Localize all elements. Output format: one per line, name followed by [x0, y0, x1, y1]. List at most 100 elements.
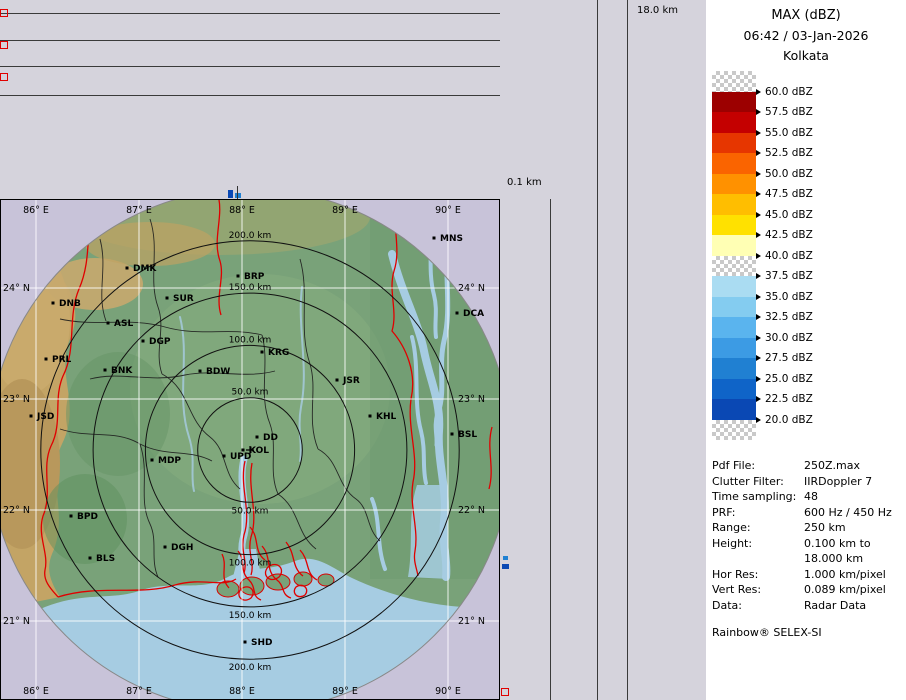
city-dot	[256, 436, 259, 439]
info-row: 18.000 km	[712, 551, 904, 567]
legend-tick-arrow-icon	[756, 150, 761, 156]
legend-tick-arrow-icon	[756, 396, 761, 402]
legend-label: 42.5 dBZ	[756, 229, 813, 241]
height-gridline	[597, 0, 598, 700]
legend-swatch	[712, 338, 756, 359]
range-ring-label: 200.0 km	[229, 663, 272, 673]
legend-label: 22.5 dBZ	[756, 393, 813, 405]
range-ring-label: 100.0 km	[229, 559, 272, 569]
city-label: BPD	[77, 512, 98, 522]
legend-label: 60.0 dBZ	[756, 86, 813, 98]
legend-tick-arrow-icon	[756, 191, 761, 197]
info-value: 48	[804, 489, 904, 505]
legend-tick-arrow-icon	[756, 212, 761, 218]
legend-label-text: 20.0 dBZ	[765, 414, 813, 426]
legend-label: 40.0 dBZ	[756, 250, 813, 262]
legend-swatch	[712, 297, 756, 318]
info-label: Data:	[712, 598, 804, 614]
city-label: SHD	[251, 638, 273, 648]
info-row: Vert Res:0.089 km/pixel	[712, 582, 904, 598]
range-ring-label: 50.0 km	[232, 388, 269, 398]
height-gridline	[0, 40, 500, 41]
city-label: MDP	[158, 456, 181, 466]
lon-label-top: 86° E	[23, 205, 49, 216]
info-label: Range:	[712, 520, 804, 536]
info-value: Radar Data	[804, 598, 904, 614]
legend-label: 30.0 dBZ	[756, 332, 813, 344]
legend-swatch	[712, 235, 756, 256]
legend-label: 55.0 dBZ	[756, 127, 813, 139]
height-gridline	[0, 13, 500, 14]
product-title: MAX (dBZ)	[706, 8, 906, 23]
legend-label: 25.0 dBZ	[756, 373, 813, 385]
legend-label-text: 52.5 dBZ	[765, 147, 813, 159]
city-label: KRG	[268, 348, 289, 358]
lat-label-left: 24° N	[3, 283, 30, 294]
info-value: 0.100 km to	[804, 536, 904, 552]
echo-projection	[503, 556, 508, 560]
city-dot	[336, 379, 339, 382]
city-label: BRP	[244, 272, 265, 282]
legend-swatch	[712, 133, 756, 154]
info-row: Height:0.100 km to	[712, 536, 904, 552]
legend-label: 50.0 dBZ	[756, 168, 813, 180]
legend-swatch	[712, 399, 756, 420]
echo-projection	[228, 190, 233, 198]
legend-label-text: 30.0 dBZ	[765, 332, 813, 344]
radar-map[interactable]: 50.0 km50.0 km100.0 km100.0 km150.0 km15…	[0, 199, 500, 700]
legend-panel: MAX (dBZ) 06:42 / 03-Jan-2026 Kolkata 60…	[706, 0, 906, 700]
city-label: DGH	[171, 543, 193, 553]
city-dot	[166, 297, 169, 300]
city-label: DGP	[149, 337, 171, 347]
info-label: Vert Res:	[712, 582, 804, 598]
echo-projection	[237, 186, 238, 199]
city-label: DD	[263, 433, 278, 443]
legend-label-text: 60.0 dBZ	[765, 86, 813, 98]
lon-label-bottom: 87° E	[126, 686, 152, 697]
legend-label-text: 47.5 dBZ	[765, 188, 813, 200]
city-dot	[244, 641, 247, 644]
legend-label-text: 35.0 dBZ	[765, 291, 813, 303]
legend-tick-arrow-icon	[756, 335, 761, 341]
city-label: BSL	[458, 430, 477, 440]
city-label: KHL	[376, 412, 397, 422]
city-label: KOL	[249, 446, 269, 456]
legend-swatch	[712, 420, 756, 441]
info-label: Hor Res:	[712, 567, 804, 583]
lon-label-bottom: 86° E	[23, 686, 49, 697]
city-dot	[164, 546, 167, 549]
lat-label-right: 21° N	[458, 616, 485, 627]
echo-projection	[502, 564, 509, 569]
software-brand: Rainbow® SELEX-SI	[712, 626, 822, 639]
legend-label: 35.0 dBZ	[756, 291, 813, 303]
echo-projection	[235, 193, 241, 198]
info-label: Time sampling:	[712, 489, 804, 505]
axis-tick-marker	[0, 73, 8, 81]
lat-label-left: 22° N	[3, 505, 30, 516]
legend-label: 32.5 dBZ	[756, 311, 813, 323]
height-gridline	[0, 95, 500, 96]
legend-swatch	[712, 256, 756, 277]
city-label: PRL	[52, 355, 72, 365]
radar-app-window: 0.1 km 18.0 km	[0, 0, 906, 700]
legend-swatch	[712, 92, 756, 113]
city-dot	[151, 459, 154, 462]
radar-map-canvas[interactable]: 50.0 km50.0 km100.0 km100.0 km150.0 km15…	[0, 199, 500, 700]
info-row: Time sampling:48	[712, 489, 904, 505]
legend-swatch	[712, 358, 756, 379]
height-axis-min-label: 0.1 km	[507, 177, 542, 188]
info-label: Height:	[712, 536, 804, 552]
info-row: Data:Radar Data	[712, 598, 904, 614]
axis-tick-marker	[0, 41, 8, 49]
city-dot	[52, 302, 55, 305]
height-axis-max-label: 18.0 km	[637, 5, 678, 16]
radar-site-name: Kolkata	[706, 48, 906, 63]
city-dot	[126, 267, 129, 270]
city-dot	[199, 370, 202, 373]
legend-label-text: 32.5 dBZ	[765, 311, 813, 323]
info-row: Clutter Filter:IIRDoppler 7	[712, 474, 904, 490]
info-value: 0.089 km/pixel	[804, 582, 904, 598]
city-dot	[30, 415, 33, 418]
lon-label-top: 87° E	[126, 205, 152, 216]
legend-swatch	[712, 379, 756, 400]
